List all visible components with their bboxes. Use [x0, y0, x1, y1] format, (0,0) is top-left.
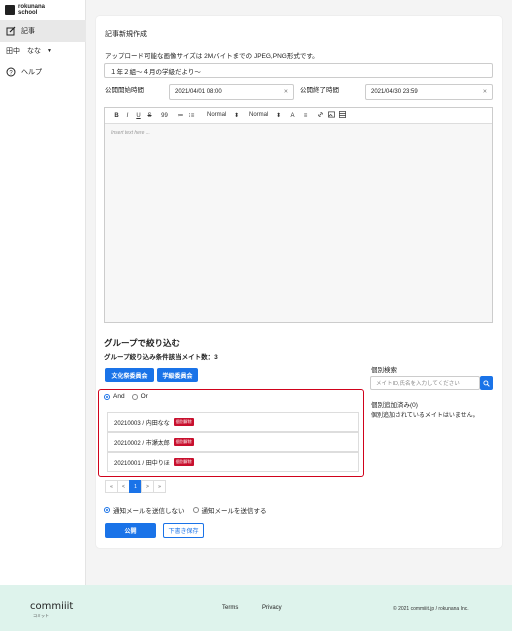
end-time-input[interactable]: 2021/04/30 23:59 ×: [365, 84, 493, 100]
align-icon[interactable]: ≡: [300, 113, 311, 119]
italic-icon[interactable]: I: [122, 113, 133, 119]
size-select[interactable]: Normal ⬍: [245, 112, 287, 119]
footer: commiiit コミット Terms Privacy © 2021 commi…: [0, 585, 512, 631]
caret-down-icon: ▼: [47, 48, 52, 54]
notify-no-send-radio[interactable]: [104, 507, 110, 513]
rich-text-editor[interactable]: B I U S 99 ≔ ⁝≡ Normal ⬍ Normal ⬍ A ≡ Inse…: [104, 107, 493, 323]
title-input[interactable]: １年２組〜４月の学級だより〜: [104, 63, 493, 78]
pagination: « < 1 > »: [105, 480, 166, 493]
commiiit-logo[interactable]: commiiit: [30, 601, 73, 612]
individual-remove-badge[interactable]: 個別解除: [173, 458, 194, 466]
link-icon[interactable]: [315, 111, 326, 120]
terms-link[interactable]: Terms: [222, 605, 238, 611]
individual-added-empty: 個別追加されているメイトはいません。: [371, 413, 479, 419]
clear-icon[interactable]: ×: [284, 89, 288, 96]
rokunana-logo[interactable]: rokunana school: [5, 4, 45, 16]
help-icon: ?: [6, 67, 16, 77]
sidebar-item-label: 記事: [21, 28, 35, 35]
search-button[interactable]: [480, 376, 493, 390]
group-button-class-committee[interactable]: 学級委員会: [157, 368, 198, 382]
group-filter-title: グループで絞り込む: [104, 338, 180, 348]
sidebar-item-articles[interactable]: 記事: [0, 20, 86, 42]
select-arrow-icon: ⬍: [233, 113, 239, 119]
header-select[interactable]: Normal ⬍: [203, 112, 245, 119]
editor-placeholder: Insert text here ...: [111, 130, 150, 136]
member-row: 20210002 / 市瀬太郎 個別解除: [107, 432, 359, 452]
individual-remove-badge[interactable]: 個別解除: [173, 418, 194, 426]
privacy-link[interactable]: Privacy: [262, 605, 282, 611]
search-icon: [483, 379, 490, 387]
commiiit-logo-sub: コミット: [33, 613, 49, 618]
strike-icon[interactable]: S: [144, 113, 155, 119]
bold-icon[interactable]: B: [111, 113, 122, 119]
bullet-list-icon[interactable]: ⁝≡: [186, 112, 197, 119]
individual-remove-badge[interactable]: 個別解除: [173, 438, 194, 446]
and-radio[interactable]: [104, 393, 110, 400]
individual-search-input[interactable]: メイトID,氏名を入力してください: [370, 376, 480, 390]
blockquote-icon[interactable]: 99: [159, 113, 170, 119]
individual-search-label: 個別検索: [371, 367, 397, 374]
member-name: 20210002 / 市瀬太郎: [114, 440, 170, 447]
user-menu[interactable]: 田中 なな ▼: [0, 40, 86, 62]
ordered-list-icon[interactable]: ≔: [175, 112, 186, 119]
and-or-toggle: And Or: [104, 393, 148, 400]
publish-button[interactable]: 公開: [105, 523, 156, 538]
user-name: 田中 なな: [6, 48, 41, 55]
member-row: 20210001 / 田中りほ 個別解除: [107, 452, 359, 472]
member-name: 20210001 / 田中りほ: [114, 460, 170, 467]
group-match-count: グループ絞り込み条件該当メイト数：3: [104, 354, 218, 361]
page-title: 記事新規作成: [105, 31, 147, 38]
start-time-label: 公開開始時間: [105, 87, 144, 94]
video-icon[interactable]: [337, 111, 348, 120]
save-draft-button[interactable]: 下書き保存: [163, 523, 204, 538]
underline-icon[interactable]: U: [133, 113, 144, 119]
image-size-note: アップロード可能な画像サイズは 2Mバイトまでの JPEG,PNG形式です。: [105, 53, 319, 60]
logo-mark-icon: [5, 5, 15, 15]
last-page-button[interactable]: »: [153, 480, 166, 493]
sidebar-item-help[interactable]: ? ヘルプ: [0, 61, 86, 83]
editor-toolbar: B I U S 99 ≔ ⁝≡ Normal ⬍ Normal ⬍ A ≡: [105, 108, 492, 124]
start-time-input[interactable]: 2021/04/01 08:00 ×: [169, 84, 294, 100]
clear-icon[interactable]: ×: [483, 89, 487, 96]
notify-options: 通知メールを送信しない 通知メールを送信する: [104, 505, 267, 515]
member-row: 20210003 / 内田なな 個別解除: [107, 412, 359, 432]
member-name: 20210003 / 内田なな: [114, 420, 170, 427]
select-arrow-icon: ⬍: [275, 113, 281, 119]
text-color-icon[interactable]: A: [287, 113, 298, 119]
sidebar: rokunana school 記事 田中 なな ▼ ? ヘルプ: [0, 0, 86, 585]
end-time-label: 公開終了時間: [300, 87, 339, 94]
image-icon[interactable]: [326, 111, 337, 120]
or-radio[interactable]: [131, 393, 138, 400]
group-button-culture-festival[interactable]: 文化祭委員会: [105, 368, 154, 382]
notify-send-radio[interactable]: [192, 507, 199, 513]
individual-added-label: 個別追加済み(0): [371, 402, 418, 409]
edit-icon: [6, 26, 16, 36]
copyright: © 2021 commiiit.jp / rokunana Inc.: [393, 606, 469, 612]
sidebar-item-label: ヘルプ: [21, 69, 42, 76]
